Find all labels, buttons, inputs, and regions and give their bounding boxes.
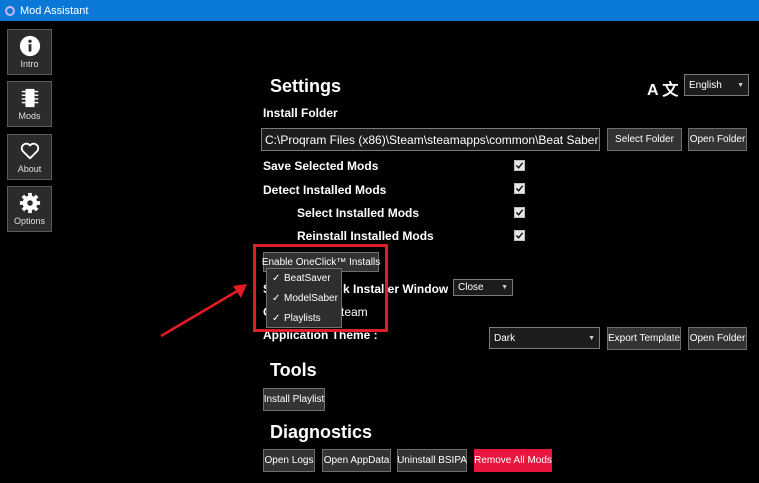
sidebar-item-intro[interactable]: Intro <box>7 29 52 75</box>
select-installed-mods-label: Select Installed Mods <box>297 206 420 220</box>
app-icon <box>5 5 15 16</box>
window-title: Mod Assistant <box>20 4 89 17</box>
open-appdata-button[interactable]: Open AppData <box>322 449 391 472</box>
checkmark-icon <box>515 232 524 239</box>
theme-value: Dark <box>494 332 516 344</box>
sidebar-item-label: Options <box>13 216 46 226</box>
chevron-down-icon: ▼ <box>737 81 744 89</box>
checkmark-icon <box>515 185 524 192</box>
installer-window-select[interactable]: Close ▼ <box>453 279 513 296</box>
uninstall-bsipa-button[interactable]: Uninstall BSIPA <box>397 449 467 472</box>
sidebar-item-mods[interactable]: Mods <box>7 81 52 127</box>
info-icon <box>19 35 40 57</box>
chevron-down-icon: ▼ <box>501 284 508 291</box>
select-installed-mods-checkbox[interactable] <box>514 207 525 218</box>
open-folder-button[interactable]: Open Folder <box>688 128 747 151</box>
language-value: English <box>689 79 722 91</box>
checkmark-icon <box>515 162 524 169</box>
detect-installed-mods-checkbox[interactable] <box>514 183 525 194</box>
install-playlist-button[interactable]: Install Playlist <box>263 388 325 411</box>
settings-heading: Settings <box>270 76 342 96</box>
heart-icon <box>20 142 39 160</box>
install-folder-label: Install Folder <box>263 106 338 120</box>
sidebar-item-options[interactable]: Options <box>7 186 52 232</box>
title-bar: Mod Assistant <box>0 0 759 21</box>
chip-icon <box>21 88 38 108</box>
reinstall-installed-mods-label: Reinstall Installed Mods <box>297 229 434 243</box>
export-template-button[interactable]: Export Template <box>607 327 681 350</box>
remove-all-mods-button[interactable]: Remove All Mods <box>474 449 552 472</box>
diagnostics-heading: Diagnostics <box>270 422 373 442</box>
open-logs-button[interactable]: Open Logs <box>263 449 315 472</box>
select-folder-button[interactable]: Select Folder <box>607 128 682 151</box>
tools-heading: Tools <box>270 360 317 380</box>
installer-window-value: Close <box>458 282 484 293</box>
detect-installed-mods-label: Detect Installed Mods <box>263 183 387 197</box>
gear-icon <box>19 192 40 214</box>
theme-select[interactable]: Dark ▼ <box>489 327 600 349</box>
install-folder-input[interactable]: C:\Proqram Files (x86)\Steam\steamapps\c… <box>261 128 600 151</box>
language-icon: A 文 <box>647 82 679 99</box>
reinstall-installed-mods-checkbox[interactable] <box>514 230 525 241</box>
save-selected-mods-label: Save Selected Mods <box>263 159 379 173</box>
sidebar-item-label: Intro <box>20 59 39 69</box>
chevron-down-icon: ▼ <box>588 334 595 342</box>
sidebar-item-label: About <box>17 164 42 174</box>
theme-open-folder-button[interactable]: Open Folder <box>688 327 747 350</box>
annotation-highlight-box <box>253 244 388 332</box>
checkmark-icon <box>515 209 524 216</box>
language-select[interactable]: English ▼ <box>684 74 749 96</box>
save-selected-mods-checkbox[interactable] <box>514 160 525 171</box>
sidebar-item-about[interactable]: About <box>7 134 52 180</box>
sidebar-item-label: Mods <box>18 111 41 121</box>
annotation-arrow-icon <box>160 284 247 338</box>
